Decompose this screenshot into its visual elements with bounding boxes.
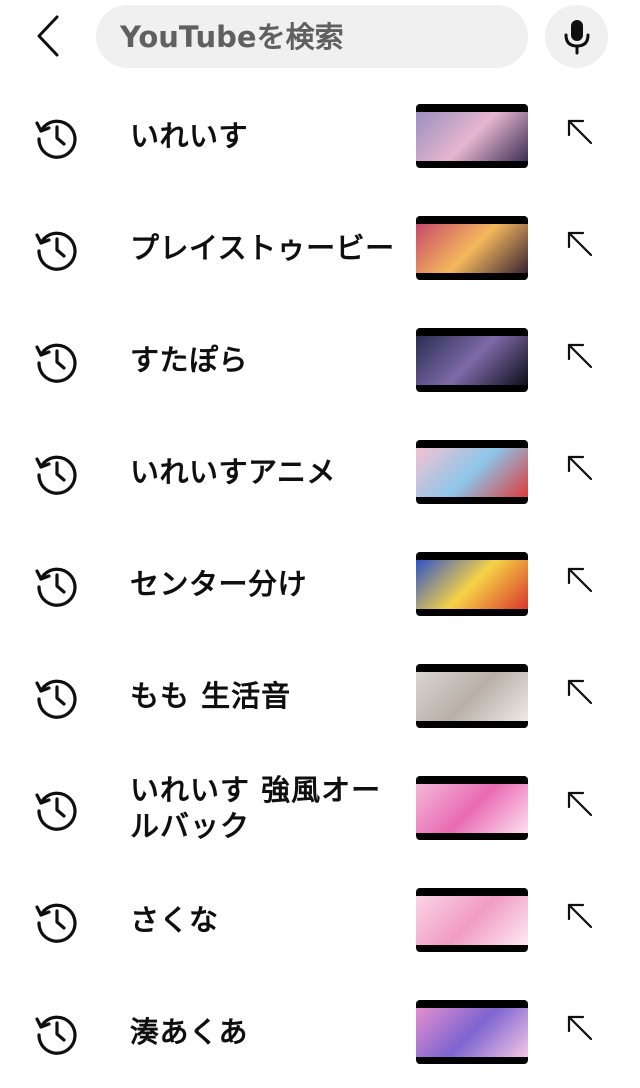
video-thumbnail (416, 440, 528, 504)
voice-search-button[interactable] (545, 5, 608, 68)
arrow-up-left-icon[interactable] (560, 336, 600, 376)
video-thumbnail (416, 888, 528, 952)
suggestion-item[interactable]: いれいす 強風オールバック (0, 752, 640, 864)
suggestion-text: すたぽら (130, 343, 249, 377)
thumbnail-image (416, 448, 528, 497)
video-thumbnail (416, 1000, 528, 1064)
thumbnail-image (416, 224, 528, 273)
video-thumbnail (416, 328, 528, 392)
history-clock-icon (34, 1010, 80, 1056)
history-clock-icon (34, 450, 80, 496)
suggestion-item[interactable]: センター分け (0, 528, 640, 640)
arrow-up-left-icon[interactable] (560, 112, 600, 152)
thumbnail-image (416, 896, 528, 945)
arrow-up-left-icon[interactable] (560, 1008, 600, 1048)
suggestion-item[interactable]: いれいすアニメ (0, 416, 640, 528)
suggestion-item[interactable]: 湊あくあ (0, 976, 640, 1088)
suggestion-item[interactable]: いれいす (0, 80, 640, 192)
thumbnail-image (416, 112, 528, 161)
suggestion-item[interactable]: すたぽら (0, 304, 640, 416)
arrow-up-left-icon[interactable] (560, 784, 600, 824)
arrow-up-left-icon[interactable] (560, 448, 600, 488)
search-box[interactable] (96, 5, 528, 68)
microphone-icon (562, 18, 592, 56)
top-bar (0, 0, 640, 76)
history-clock-icon (34, 898, 80, 944)
suggestion-text: センター分け (130, 567, 308, 601)
history-clock-icon (34, 338, 80, 384)
suggestion-list: いれいすプレイストゥービー すたぽらいれいすアニメ センター分け もも 生活音いれいす… (0, 80, 640, 1088)
video-thumbnail (416, 552, 528, 616)
suggestion-text: もも 生活音 (130, 679, 292, 713)
suggestion-text: 湊あくあ (130, 1015, 249, 1049)
suggestion-text: いれいす (130, 119, 249, 153)
history-clock-icon (34, 562, 80, 608)
history-clock-icon (34, 786, 80, 832)
video-thumbnail (416, 776, 528, 840)
suggestion-item[interactable]: もも 生活音 (0, 640, 640, 752)
suggestion-text: プレイストゥービー (130, 231, 395, 265)
history-clock-icon (34, 226, 80, 272)
history-clock-icon (34, 674, 80, 720)
suggestion-item[interactable]: プレイストゥービー (0, 192, 640, 304)
chevron-left-icon (33, 13, 63, 59)
arrow-up-left-icon[interactable] (560, 896, 600, 936)
arrow-up-left-icon[interactable] (560, 560, 600, 600)
search-input[interactable] (120, 19, 504, 54)
video-thumbnail (416, 216, 528, 280)
thumbnail-image (416, 672, 528, 721)
thumbnail-image (416, 784, 528, 833)
suggestion-text: さくな (130, 903, 219, 937)
arrow-up-left-icon[interactable] (560, 224, 600, 264)
back-button[interactable] (22, 10, 74, 62)
video-thumbnail (416, 664, 528, 728)
thumbnail-image (416, 560, 528, 609)
suggestion-item[interactable]: さくな (0, 864, 640, 976)
thumbnail-image (416, 1008, 528, 1057)
history-clock-icon (34, 114, 80, 160)
video-thumbnail (416, 104, 528, 168)
thumbnail-image (416, 336, 528, 385)
suggestion-text: いれいすアニメ (130, 455, 336, 489)
arrow-up-left-icon[interactable] (560, 672, 600, 712)
suggestion-text: いれいす 強風オールバック (130, 773, 382, 843)
